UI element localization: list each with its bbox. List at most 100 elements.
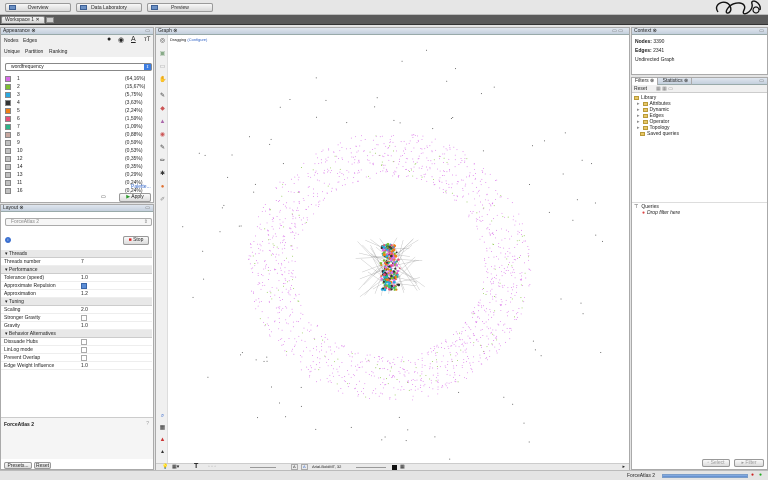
statistics-tab[interactable]: Statistics ⊗: [660, 78, 693, 85]
palette-link[interactable]: Palette...: [131, 184, 151, 190]
node-pencil-icon[interactable]: ●: [159, 184, 166, 191]
partition-row[interactable]: 11 (0,24%): [1, 179, 152, 187]
highlight-icon[interactable]: ✋: [159, 77, 166, 84]
color-swatch[interactable]: [5, 92, 11, 98]
partition-row[interactable]: 7 (1,09%): [1, 123, 152, 131]
color-palette-icon[interactable]: ●: [107, 36, 111, 43]
filters-tab[interactable]: Filters ⊗: [632, 78, 659, 85]
presets-button[interactable]: Presets...: [4, 462, 32, 469]
property-checkbox[interactable]: [81, 355, 87, 361]
property-value[interactable]: 1.0: [81, 362, 88, 370]
color-swatch[interactable]: [5, 108, 11, 114]
edge-pencil-icon[interactable]: ✐: [159, 197, 166, 204]
partition-row[interactable]: 2 (15,67%): [1, 83, 152, 91]
size-tool-icon[interactable]: ▲: [159, 119, 166, 126]
info-icon[interactable]: i: [5, 237, 11, 243]
apply-button[interactable]: ▶ Apply: [119, 193, 151, 202]
property-value[interactable]: 1.2: [81, 290, 88, 298]
auto-apply-icon[interactable]: ▭: [101, 194, 106, 200]
help-icon[interactable]: ?: [146, 421, 149, 427]
close-icon[interactable]: ✕: [35, 17, 39, 23]
partition-row[interactable]: 5 (2,24%): [1, 107, 152, 115]
property-section[interactable]: ▾ Behavior Alternatives: [1, 330, 152, 338]
ranking-tab[interactable]: Ranking: [49, 49, 67, 55]
minimize-icon[interactable]: ▭: [145, 28, 150, 35]
filter-button[interactable]: ▸ Filter: [734, 459, 764, 467]
drop-filter-area[interactable]: ● Drop filter here: [634, 210, 765, 216]
color-swatch[interactable]: [5, 116, 11, 122]
filter-category[interactable]: Saved queries: [634, 131, 765, 137]
workspace-tab[interactable]: Workspace 1 ✕: [1, 16, 45, 24]
partition-select[interactable]: wordfrequency ⇕: [5, 63, 152, 71]
shortest-path-icon[interactable]: ◉: [159, 132, 166, 139]
partition-row[interactable]: 13 (0,29%): [1, 171, 152, 179]
filters-reset-button[interactable]: Reset: [634, 86, 647, 92]
partition-row[interactable]: 3 (5,75%): [1, 91, 152, 99]
color-swatch[interactable]: [5, 148, 11, 154]
select-tool-icon[interactable]: ◎: [159, 38, 166, 45]
data-laboratory-tab[interactable]: Data Laboratory: [76, 3, 142, 12]
preview-tab[interactable]: Preview: [147, 3, 213, 12]
partition-row[interactable]: 12 (0,35%): [1, 155, 152, 163]
color-swatch[interactable]: [5, 140, 11, 146]
pencil-icon[interactable]: ✏: [159, 158, 166, 165]
reset-button[interactable]: Reset: [34, 462, 51, 469]
property-section[interactable]: ▾ Performance: [1, 266, 152, 274]
screenshot-icon[interactable]: ▲: [159, 437, 166, 444]
edge-scale-slider[interactable]: [250, 467, 276, 468]
painter-icon[interactable]: ◆: [159, 106, 166, 113]
minimize-icon[interactable]: ▭: [145, 205, 150, 212]
partition-row[interactable]: 6 (1,59%): [1, 115, 152, 123]
zoom-icon[interactable]: ⌕: [159, 413, 166, 420]
color-swatch[interactable]: [5, 164, 11, 170]
property-checkbox[interactable]: [81, 283, 87, 289]
heatmap-icon[interactable]: ✱: [159, 171, 166, 178]
color-swatch[interactable]: [5, 156, 11, 162]
property-section[interactable]: ▾ Threads: [1, 250, 152, 258]
layout-algorithm-select[interactable]: ForceAtlas 2 ⇕: [5, 218, 152, 226]
partition-row[interactable]: 10 (0,53%): [1, 147, 152, 155]
graph-nodes[interactable]: [182, 49, 604, 463]
new-workspace-button[interactable]: [46, 17, 54, 23]
color-swatch[interactable]: [5, 84, 11, 90]
graph-canvas[interactable]: [168, 35, 629, 463]
select-button[interactable]: ▫ Select: [702, 459, 730, 467]
property-value[interactable]: 2.0: [81, 306, 88, 314]
settings-icon[interactable]: ▴: [159, 449, 166, 456]
center-icon[interactable]: ▦: [159, 425, 166, 432]
stop-button[interactable]: ■ Stop: [123, 236, 149, 245]
rectangle-select-icon[interactable]: ▣: [159, 51, 166, 58]
partition-row[interactable]: 14 (0,35%): [1, 163, 152, 171]
font-size-slider[interactable]: [356, 467, 386, 468]
edges-tab[interactable]: Edges: [23, 38, 37, 44]
font-label[interactable]: Arial-BoldMT, 32: [312, 464, 341, 469]
partition-row[interactable]: 4 (3,63%): [1, 99, 152, 107]
minimize-icon[interactable]: ▭: [759, 28, 764, 35]
partition-row[interactable]: 9 (0,59%): [1, 139, 152, 147]
partition-row[interactable]: 8 (0,88%): [1, 131, 152, 139]
color-swatch[interactable]: [5, 76, 11, 82]
size-icon[interactable]: ◉: [118, 36, 124, 44]
notification-icon[interactable]: ●: [759, 472, 762, 478]
color-swatch[interactable]: [5, 188, 11, 194]
color-swatch[interactable]: [5, 100, 11, 106]
unique-tab[interactable]: Unique: [4, 49, 20, 55]
property-checkbox[interactable]: [81, 315, 87, 321]
color-swatch[interactable]: [5, 132, 11, 138]
partition-tab[interactable]: Partition: [25, 49, 43, 55]
label-size-icon[interactable]: тT: [144, 37, 150, 43]
property-value[interactable]: 1.0: [81, 322, 88, 330]
color-swatch[interactable]: [5, 124, 11, 130]
color-swatch[interactable]: [5, 180, 11, 186]
edit-icon[interactable]: ✎: [159, 145, 166, 152]
property-value[interactable]: 7: [81, 258, 84, 266]
property-checkbox[interactable]: [81, 347, 87, 353]
text-icon[interactable]: T: [194, 463, 198, 470]
window-controls-icon[interactable]: ▭ ▭: [612, 28, 623, 35]
minimize-icon[interactable]: ▭: [759, 78, 764, 85]
property-checkbox[interactable]: [81, 339, 87, 345]
nodes-tab[interactable]: Nodes: [4, 38, 18, 44]
stop-progress-icon[interactable]: ●: [751, 472, 754, 478]
drag-icon[interactable]: ▭: [159, 64, 166, 71]
overview-tab[interactable]: Overview: [5, 3, 71, 12]
